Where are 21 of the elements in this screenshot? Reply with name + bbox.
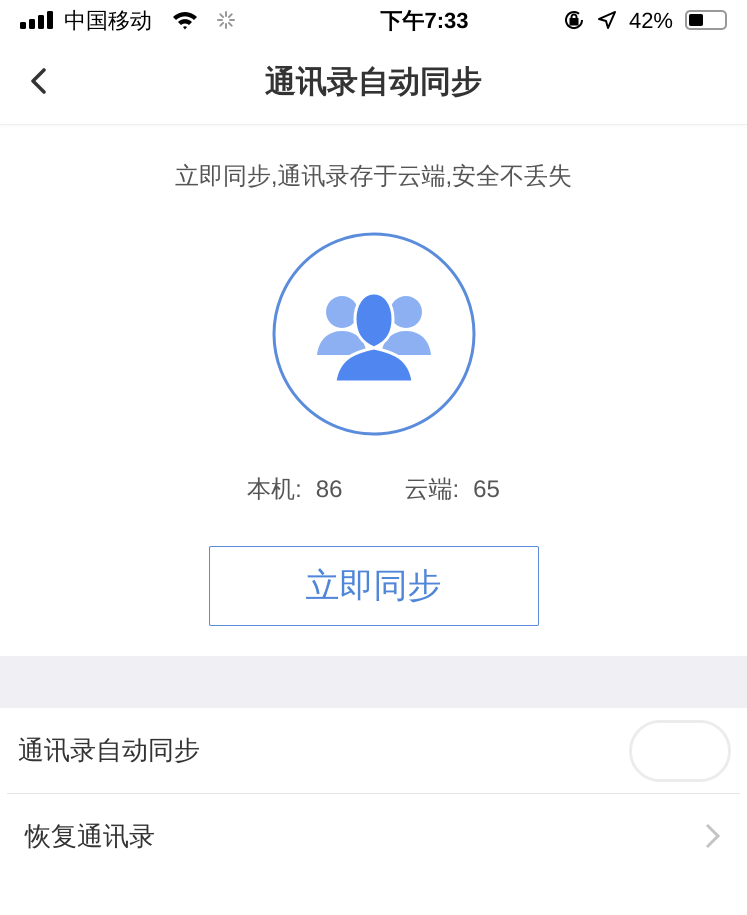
signal-icon <box>20 11 56 29</box>
loading-icon <box>216 10 236 30</box>
count-value: 65 <box>473 475 500 505</box>
setting-label: 通讯录自动同步 <box>18 734 200 767</box>
count-label: 本机: <box>247 475 302 505</box>
status-time: 下午7:33 <box>380 6 468 34</box>
rotation-lock-icon <box>562 9 585 31</box>
subtitle-text: 立即同步,通讯录存于云端,安全不丢失 <box>174 162 572 192</box>
sync-button[interactable]: 立即同步 <box>208 546 538 626</box>
location-arrow-icon <box>596 10 617 30</box>
page-title: 通讯录自动同步 <box>265 62 482 101</box>
battery-percent: 42% <box>628 6 673 34</box>
back-icon[interactable] <box>29 67 47 95</box>
contacts-icon <box>272 232 476 436</box>
battery-icon <box>685 10 727 30</box>
chevron-right-icon <box>705 823 721 849</box>
count-label: 云端: <box>404 475 460 505</box>
setting-label: 恢复通讯录 <box>25 820 155 852</box>
count-value: 86 <box>316 475 342 505</box>
wifi-icon <box>172 10 198 30</box>
carrier-name: 中国移动 <box>64 6 152 34</box>
